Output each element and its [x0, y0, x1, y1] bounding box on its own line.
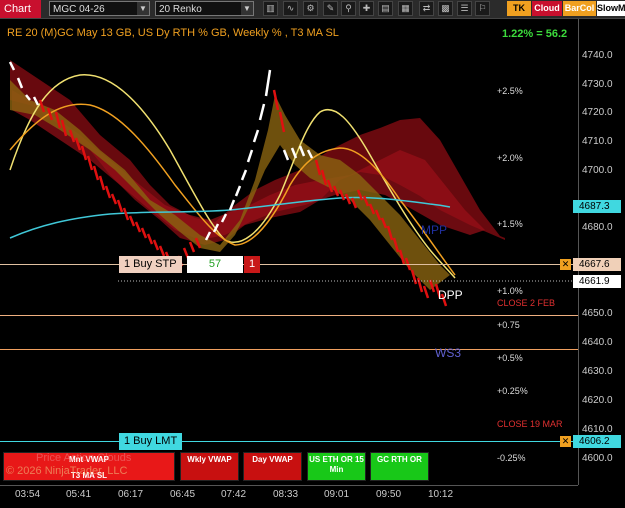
- properties-icon[interactable]: ☰: [457, 1, 472, 16]
- close-mar-label: CLOSE 19 MAR: [497, 419, 563, 429]
- barcol-button[interactable]: BarCol: [563, 1, 596, 16]
- current-price-tag: 4661.9: [573, 275, 621, 288]
- cloud-button[interactable]: Cloud: [532, 1, 562, 16]
- gc-rth-or-button[interactable]: GC RTH OR: [370, 452, 429, 481]
- level-line-close-feb: [0, 315, 578, 316]
- pct-label: +0.75: [497, 320, 520, 330]
- price-tick: 4740.0: [582, 50, 613, 61]
- gc-rth-or-label: GC RTH OR: [377, 455, 422, 464]
- price-tick: 4710.0: [582, 136, 613, 147]
- day-vwap-label: Day VWAP: [252, 455, 293, 464]
- ws3-label: WS3: [435, 346, 462, 360]
- grid-icon[interactable]: ▩: [438, 1, 453, 16]
- buy-stop-order-label[interactable]: 1 Buy STP: [119, 256, 182, 273]
- renko-down-bars: [38, 89, 448, 307]
- scroll-icon[interactable]: ⇄: [419, 1, 434, 16]
- price-tick: 4600.0: [582, 453, 613, 464]
- pct-label: +0.5%: [497, 353, 523, 363]
- buy-stop-count[interactable]: 1: [244, 256, 260, 273]
- bar-type-value: 20 Renko: [159, 4, 202, 15]
- cancel-order-icon[interactable]: ✕: [560, 259, 571, 270]
- chevron-down-icon[interactable]: ▼: [137, 2, 149, 15]
- time-label: 10:12: [428, 489, 454, 500]
- chart-tab[interactable]: Chart: [0, 0, 41, 18]
- templates-icon[interactable]: ⚐: [475, 1, 490, 16]
- bar-type-selector[interactable]: 20 Renko ▼: [155, 1, 254, 16]
- plot-title: RE 20 (M)GC May 13 GB, US Dy RTH % GB, W…: [7, 27, 339, 39]
- time-label: 09:50: [376, 489, 402, 500]
- instrument-value: MGC 04-26: [53, 4, 105, 15]
- pct-label: +1.0%: [497, 286, 523, 296]
- watermark-line2: © 2026 NinjaTrader, LLC: [6, 465, 128, 477]
- chart-trader-icon[interactable]: ▤: [378, 1, 393, 16]
- pct-label: +2.0%: [497, 153, 523, 163]
- price-tick: 4640.0: [582, 337, 613, 348]
- chevron-down-icon[interactable]: ▼: [241, 2, 253, 15]
- wkly-vwap-label: Wkly VWAP: [187, 455, 232, 464]
- day-vwap-button[interactable]: Day VWAP: [243, 452, 302, 481]
- chart-toolbar: Chart MGC 04-26 ▼ 20 Renko ▼ ▥ ∿ ⚙ ✎ ⚲ ✚…: [0, 0, 625, 19]
- us-eth-or-sub-label: Min: [329, 465, 344, 474]
- slowm-button[interactable]: SlowM: [597, 1, 625, 16]
- close-feb-label: CLOSE 2 FEB: [497, 298, 556, 308]
- price-tick: 4650.0: [582, 308, 613, 319]
- zoom-icon[interactable]: ⚲: [341, 1, 356, 16]
- price-tick: 4610.0: [582, 424, 613, 435]
- level-line-ws3: [0, 349, 578, 350]
- time-label: 05:41: [66, 489, 92, 500]
- crosshair-icon[interactable]: ✚: [359, 1, 374, 16]
- indicators-icon[interactable]: ∿: [283, 1, 298, 16]
- price-tick: 4630.0: [582, 366, 613, 377]
- time-label: 07:42: [221, 489, 247, 500]
- performance-readout: 1.22% = 56.2: [502, 28, 568, 40]
- watermark-line1: Price Action Clouds: [36, 452, 132, 464]
- mpp-label: MPP: [421, 223, 448, 237]
- price-tick: 4730.0: [582, 79, 613, 90]
- order-stop-line[interactable]: [0, 264, 578, 265]
- us-eth-or-label: US ETH OR 15: [309, 455, 364, 464]
- buy-limit-order-label[interactable]: 1 Buy LMT: [119, 433, 183, 450]
- dpp-label: DPP: [438, 288, 463, 302]
- time-axis-line: [0, 485, 578, 486]
- drawing-icon[interactable]: ✎: [323, 1, 338, 16]
- tk-button[interactable]: TK: [507, 1, 531, 16]
- instrument-selector[interactable]: MGC 04-26 ▼: [49, 1, 150, 16]
- buy-stop-qty[interactable]: 57: [187, 256, 243, 273]
- time-label: 03:54: [15, 489, 41, 500]
- time-label: 06:17: [118, 489, 144, 500]
- price-tick: 4680.0: [582, 222, 613, 233]
- order-limit-price-tag: 4606.2: [573, 435, 621, 448]
- time-label: 09:01: [324, 489, 350, 500]
- pct-label: +2.5%: [497, 86, 523, 96]
- data-box-icon[interactable]: ▦: [398, 1, 413, 16]
- us-eth-or-button[interactable]: US ETH OR 15 Min: [307, 452, 366, 481]
- order-stop-price-tag: 4667.6: [573, 258, 621, 271]
- time-label: 08:33: [273, 489, 299, 500]
- bars-icon[interactable]: ▥: [263, 1, 278, 16]
- pct-label: +0.25%: [497, 386, 528, 396]
- strategy-icon[interactable]: ⚙: [303, 1, 318, 16]
- pct-label: -0.25%: [497, 453, 526, 463]
- price-tick: 4620.0: [582, 395, 613, 406]
- price-tick: 4700.0: [582, 165, 613, 176]
- wkly-vwap-button[interactable]: Wkly VWAP: [180, 452, 239, 481]
- time-label: 06:45: [170, 489, 196, 500]
- price-tick: 4720.0: [582, 107, 613, 118]
- cancel-order-icon[interactable]: ✕: [560, 436, 571, 447]
- cyan-ma-price-tag: 4687.3: [573, 200, 621, 213]
- order-limit-line[interactable]: [0, 441, 578, 442]
- pct-label: +1.5%: [497, 219, 523, 229]
